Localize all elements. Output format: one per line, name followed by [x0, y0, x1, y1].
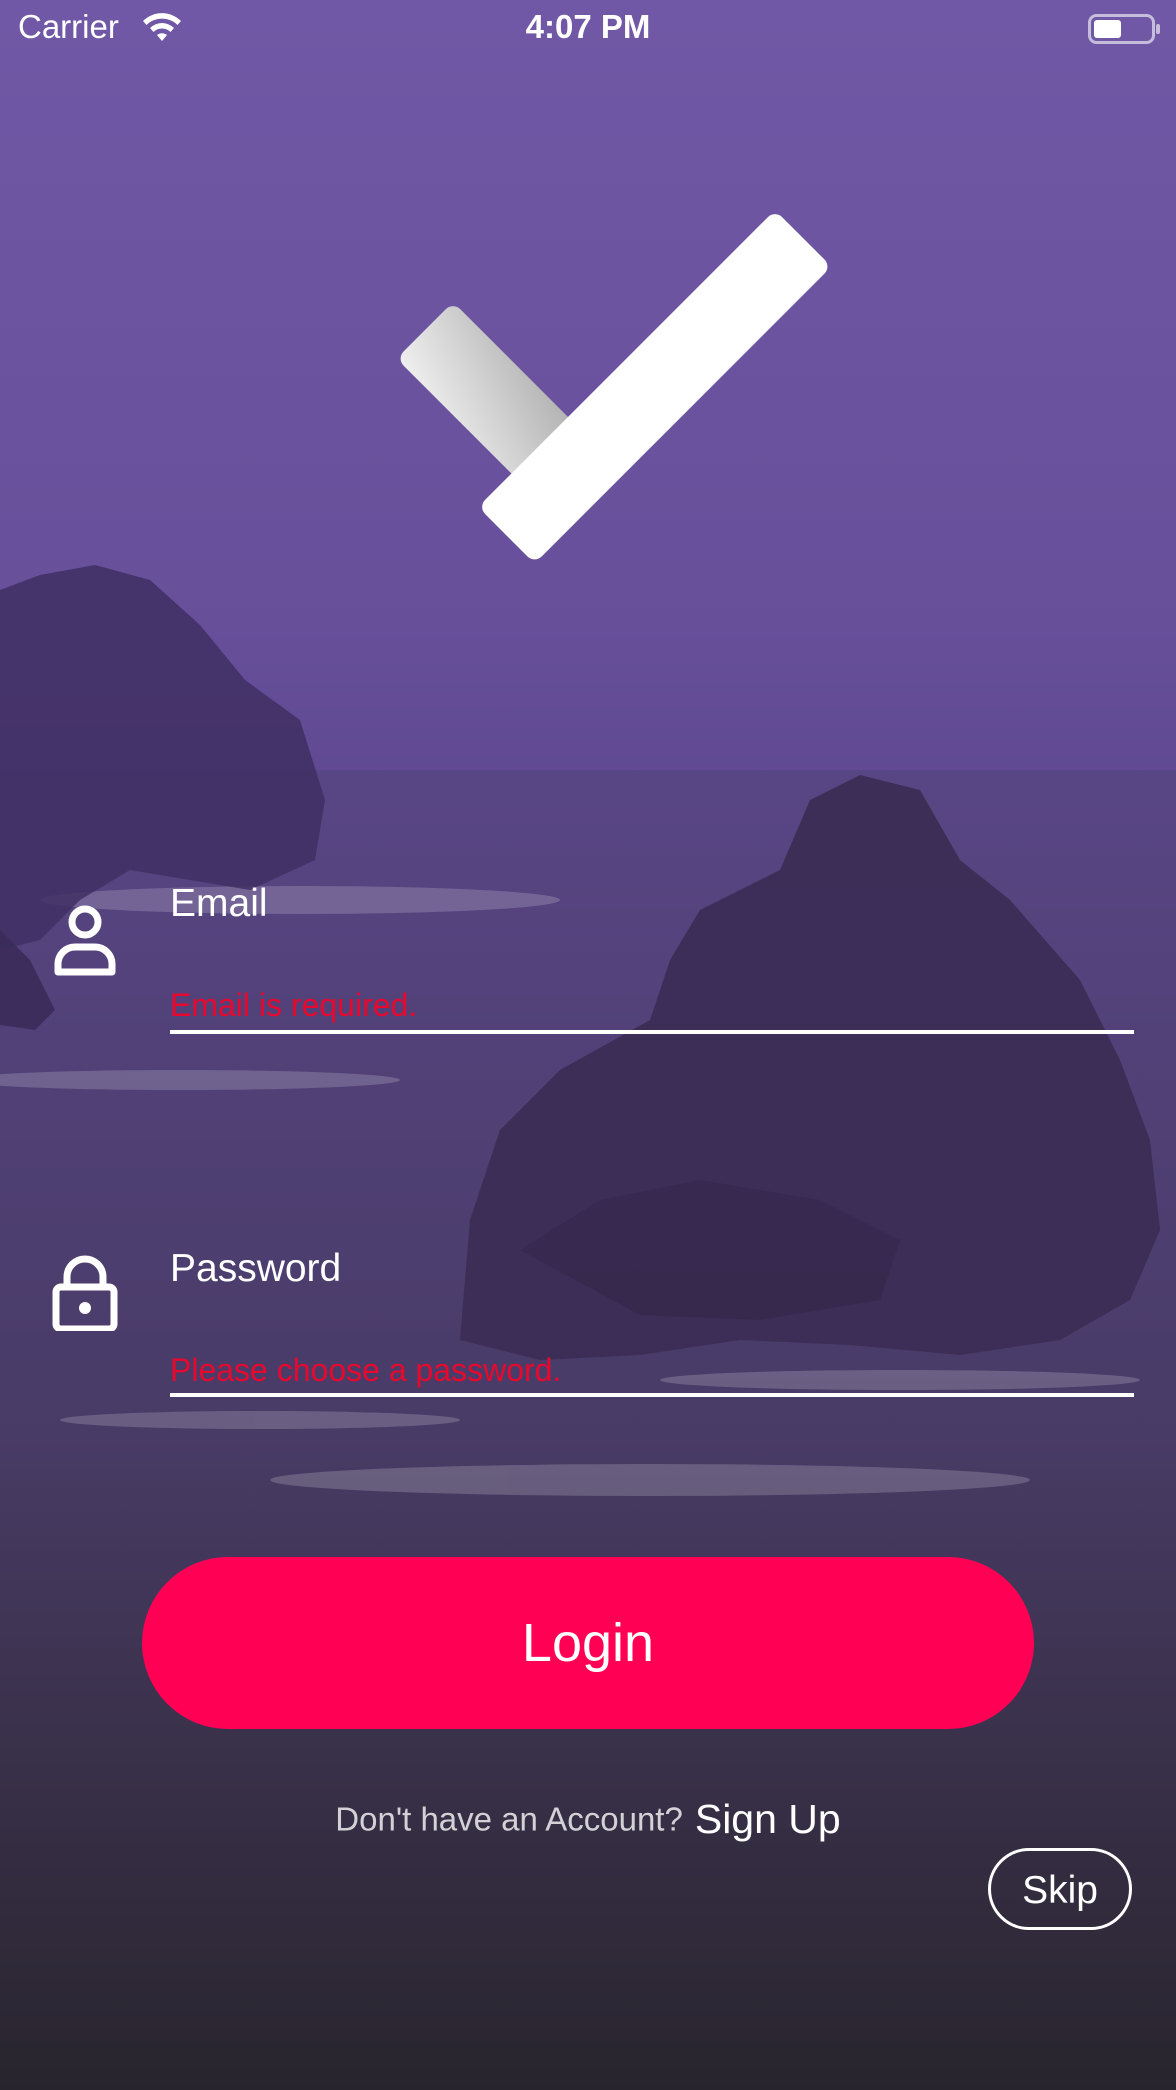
- password-underline: [170, 1393, 1134, 1397]
- login-screen: Carrier 4:07 PM Email Email is required.…: [0, 0, 1176, 2090]
- email-underline: [170, 1030, 1134, 1034]
- status-bar: Carrier 4:07 PM: [0, 0, 1176, 60]
- checkmark-logo-icon: [400, 214, 828, 560]
- battery-icon: [1088, 14, 1160, 44]
- person-icon: [54, 905, 116, 976]
- password-error-message: Please choose a password.: [170, 1352, 562, 1388]
- signup-row: Don't have an Account? Sign Up: [0, 1796, 1176, 1843]
- signup-link[interactable]: Sign Up: [695, 1796, 841, 1842]
- email-field: Email Email is required.: [0, 870, 1176, 1040]
- login-button[interactable]: Login: [142, 1557, 1034, 1729]
- signup-prompt: Don't have an Account?: [335, 1800, 683, 1838]
- password-field: Password Please choose a password.: [0, 1235, 1176, 1405]
- lock-icon: [52, 1255, 118, 1331]
- skip-button[interactable]: Skip: [988, 1848, 1132, 1930]
- email-error-message: Email is required.: [170, 987, 418, 1023]
- status-time: 4:07 PM: [525, 8, 651, 45]
